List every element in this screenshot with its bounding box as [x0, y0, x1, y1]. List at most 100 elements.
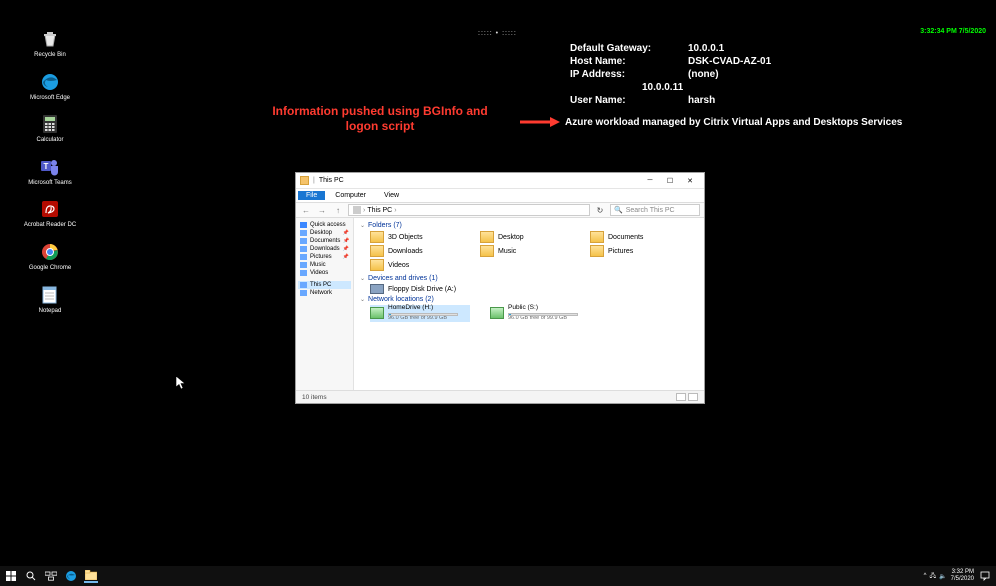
- desktop-icon-chrome[interactable]: Google Chrome: [26, 241, 74, 272]
- bginfo-row: User Name:harsh: [570, 94, 771, 107]
- desktop-icon-calc[interactable]: Calculator: [26, 113, 74, 144]
- folder-item-music[interactable]: Music: [480, 245, 560, 257]
- bginfo-value: harsh: [688, 94, 715, 107]
- group-title: Folders (7): [368, 222, 402, 229]
- view-icons-button[interactable]: [688, 393, 698, 401]
- tray-sound-icon[interactable]: 🔈: [939, 573, 946, 580]
- drive-item[interactable]: Floppy Disk Drive (A:): [370, 284, 698, 294]
- group-title: Network locations (2): [368, 296, 434, 303]
- tray-chevron-up-icon[interactable]: ^: [924, 573, 927, 579]
- chrome-icon: [39, 241, 61, 263]
- qat-sep: |: [313, 177, 315, 184]
- nav-forward-button[interactable]: →: [316, 204, 328, 216]
- bginfo-clock: 3:32:34 PM 7/5/2020: [920, 28, 986, 35]
- tray-network-icon[interactable]: 🖧: [929, 571, 936, 581]
- folder-icon: [480, 245, 494, 257]
- sidebar-item-music[interactable]: Music: [298, 261, 351, 269]
- desktop-icon-teams[interactable]: TMicrosoft Teams: [26, 156, 74, 187]
- folder-item-pictures[interactable]: Pictures: [590, 245, 670, 257]
- sidebar-item-network[interactable]: Network: [298, 289, 351, 297]
- group-header[interactable]: ⌄Devices and drives (1): [360, 275, 698, 282]
- folder-item-3d-objects[interactable]: 3D Objects: [370, 231, 450, 243]
- folder-item-documents[interactable]: Documents: [590, 231, 670, 243]
- content-pane: ⌄Folders (7) 3D Objects Desktop Documents Do…: [354, 218, 704, 390]
- group-header[interactable]: ⌄Network locations (2): [360, 296, 698, 303]
- search-button[interactable]: [24, 569, 38, 583]
- bginfo-row: Default Gateway:10.0.0.1: [570, 42, 771, 55]
- tab-view[interactable]: View: [376, 191, 407, 200]
- folder-item-videos[interactable]: Videos: [370, 259, 450, 271]
- view-details-button[interactable]: [676, 393, 686, 401]
- breadcrumb[interactable]: › This PC ›: [348, 204, 590, 216]
- folder-icon: [370, 259, 384, 271]
- sidebar-item-this-pc[interactable]: This PC: [298, 281, 351, 289]
- desktop-icon-recycle[interactable]: Recycle Bin: [26, 28, 74, 59]
- folder-label: Desktop: [498, 234, 524, 241]
- sidebar-item-pictures[interactable]: Pictures📌: [298, 253, 351, 261]
- tab-file[interactable]: File: [298, 191, 325, 200]
- sidebar-item-videos[interactable]: Videos: [298, 269, 351, 277]
- bginfo-label: IP Address:: [570, 68, 680, 81]
- maximize-button[interactable]: ☐: [660, 174, 680, 188]
- sidebar-item-desktop[interactable]: Desktop📌: [298, 229, 351, 237]
- sidebar-item-documents[interactable]: Documents📌: [298, 237, 351, 245]
- capacity-bar: [388, 313, 458, 316]
- network-drive-item[interactable]: HomeDrive (H:)96.0 GB free of 99.9 GB: [370, 305, 470, 322]
- taskbar-clock[interactable]: 3:32 PM 7/5/2020: [951, 569, 974, 582]
- navigation-pane: Quick accessDesktop📌Documents📌Downloads📌…: [296, 218, 354, 390]
- search-input[interactable]: 🔍 Search This PC: [610, 204, 700, 216]
- nav-up-button[interactable]: ↑: [332, 204, 344, 216]
- network-drive-item[interactable]: Public (S:)96.0 GB free of 99.9 GB: [490, 305, 590, 322]
- bginfo-row: Host Name:DSK-CVAD-AZ-01: [570, 55, 771, 68]
- minimize-button[interactable]: ─: [640, 174, 660, 188]
- sidebar-item-quick-access[interactable]: Quick access: [298, 221, 351, 229]
- ribbon-tabs: File Computer View: [296, 189, 704, 203]
- edge-icon: [39, 71, 61, 93]
- sidebar-item-label: This PC: [310, 282, 331, 288]
- action-center-icon[interactable]: [978, 569, 992, 583]
- folder-item-desktop[interactable]: Desktop: [480, 231, 560, 243]
- folder-icon: [590, 231, 604, 243]
- start-button[interactable]: [4, 569, 18, 583]
- folder-icon: [300, 270, 307, 276]
- sidebar-item-label: Documents: [310, 238, 340, 244]
- close-button[interactable]: ✕: [680, 174, 700, 188]
- sidebar-item-label: Videos: [310, 270, 328, 276]
- folder-label: 3D Objects: [388, 234, 423, 241]
- sidebar-item-label: Music: [310, 262, 326, 268]
- group-header[interactable]: ⌄Folders (7): [360, 222, 698, 229]
- desktop-icon-label: Microsoft Teams: [28, 180, 72, 187]
- sidebar-item-label: Desktop: [310, 230, 332, 236]
- annotation-bginfo: Information pushed using BGInfo and logo…: [260, 104, 500, 134]
- folder-label: Documents: [608, 234, 643, 241]
- folder-icon: [480, 231, 494, 243]
- taskbar-edge-icon[interactable]: [64, 569, 78, 583]
- desktop-icons: Recycle Bin Microsoft Edge Calculator TMicr…: [26, 28, 74, 314]
- titlebar[interactable]: | This PC ─ ☐ ✕: [296, 173, 704, 189]
- notepad-icon: [39, 284, 61, 306]
- desktop-icon-label: Recycle Bin: [34, 52, 66, 59]
- desktop-icon-notepad[interactable]: Notepad: [26, 284, 74, 315]
- system-tray[interactable]: ^ 🖧 🔈: [924, 571, 947, 581]
- folder-icon: [300, 254, 307, 260]
- bginfo-label: Host Name:: [570, 55, 680, 68]
- folder-item-downloads[interactable]: Downloads: [370, 245, 450, 257]
- tab-computer[interactable]: Computer: [327, 191, 374, 200]
- bginfo-value: 10.0.0.11: [642, 81, 683, 94]
- sidebar-item-downloads[interactable]: Downloads📌: [298, 245, 351, 253]
- bginfo-label: Default Gateway:: [570, 42, 680, 55]
- task-view-button[interactable]: [44, 569, 58, 583]
- refresh-button[interactable]: ↻: [594, 204, 606, 216]
- nav-back-button[interactable]: ←: [300, 204, 312, 216]
- desktop-icon-edge[interactable]: Microsoft Edge: [26, 71, 74, 102]
- sidebar-item-label: Downloads: [310, 246, 340, 252]
- sidebar-item-label: Pictures: [310, 254, 332, 260]
- network-drive-label: Public (S:): [508, 305, 578, 312]
- desktop-icon-acrobat[interactable]: Acrobat Reader DC: [26, 198, 74, 229]
- taskbar-explorer-icon[interactable]: [84, 569, 98, 583]
- address-bar: ← → ↑ › This PC › ↻ 🔍 Search This PC: [296, 203, 704, 218]
- sidebar-item-label: Network: [310, 290, 332, 296]
- folder-icon: [300, 290, 307, 296]
- acrobat-icon: [39, 198, 61, 220]
- status-text: 10 items: [302, 394, 327, 401]
